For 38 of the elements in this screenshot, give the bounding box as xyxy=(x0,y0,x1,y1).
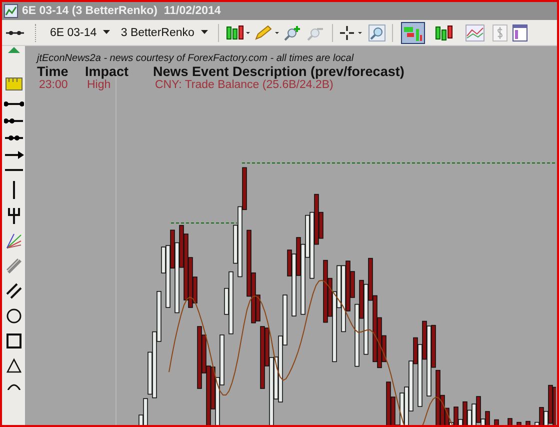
channel-icon[interactable] xyxy=(6,258,22,274)
zoom-in-icon[interactable] xyxy=(282,24,303,40)
properties-icon[interactable] xyxy=(510,24,529,42)
pencil-icon[interactable] xyxy=(254,24,280,40)
triangle-outline-icon[interactable] xyxy=(6,358,22,373)
chart-icon xyxy=(4,4,18,18)
news-caption: jtEconNews2a - news courtesy of ForexFactory.com - all times are local xyxy=(37,53,355,64)
price-level-line xyxy=(170,222,238,224)
pitchfork-icon[interactable] xyxy=(6,208,20,224)
candlestick-icon[interactable] xyxy=(224,24,251,40)
crosshair-icon[interactable] xyxy=(338,24,365,40)
renko-style-button[interactable] xyxy=(400,22,425,44)
news-time: 23:00 xyxy=(38,79,69,91)
triangle-icon[interactable] xyxy=(6,46,20,54)
news-description: CNY: Trade Balance (25.6B/24.2B) xyxy=(154,79,334,91)
column-header: Time xyxy=(37,64,70,79)
arrow-icon[interactable] xyxy=(4,151,24,159)
parallel-lines-icon[interactable] xyxy=(6,283,22,299)
line-segment-icon[interactable] xyxy=(4,100,24,108)
window-title: 6E 03-14 (3 BetterRenko) 11/02/2014 xyxy=(22,5,221,17)
column-header: Impact xyxy=(85,64,130,79)
circle-icon[interactable] xyxy=(6,308,22,324)
caret-icon xyxy=(200,30,208,34)
ruler-icon[interactable] xyxy=(4,77,22,91)
ray-icon[interactable] xyxy=(4,117,24,125)
rectangle-icon[interactable] xyxy=(6,333,22,349)
arc-icon[interactable] xyxy=(6,382,22,390)
caret-icon xyxy=(102,30,110,34)
extended-line-icon[interactable] xyxy=(4,134,24,142)
news-impact: High xyxy=(86,79,112,91)
vertical-line-icon[interactable] xyxy=(12,181,16,199)
line-style-button[interactable] xyxy=(462,22,487,44)
magnifier-icon[interactable] xyxy=(368,24,386,42)
instrument-dropdown[interactable]: 6E 03-14 xyxy=(46,26,114,38)
horizontal-line-icon[interactable] xyxy=(4,168,24,172)
fan-icon[interactable] xyxy=(6,233,22,249)
column-header: News Event Description (prev/forecast) xyxy=(153,64,404,79)
bar-type-dropdown[interactable]: 3 BetterRenko xyxy=(116,26,212,38)
